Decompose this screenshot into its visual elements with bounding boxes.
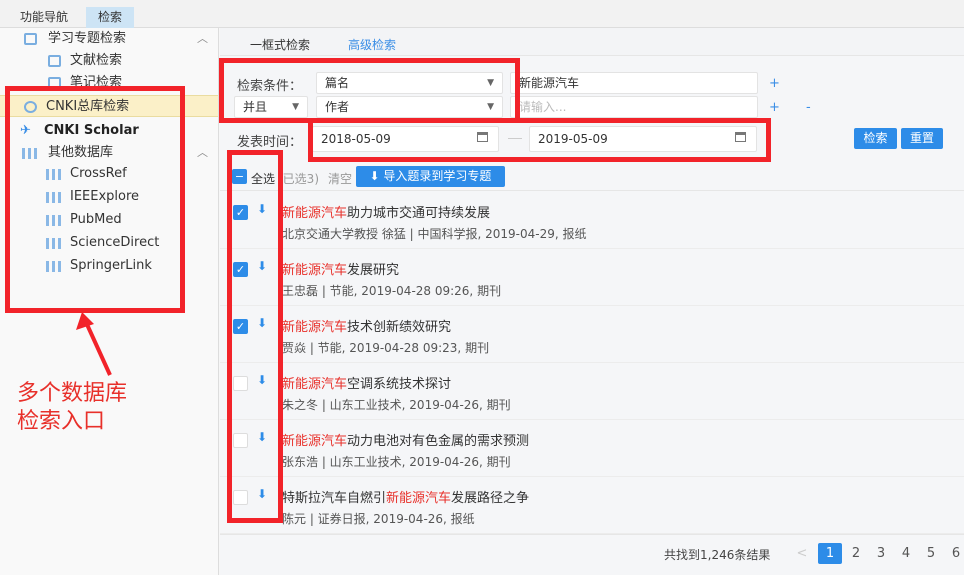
title-text: 发展研究 — [347, 263, 400, 278]
sidebar-item-doc-search[interactable]: 文献检索 — [0, 50, 218, 72]
search-doc-icon — [48, 55, 61, 67]
annotation-arrow-icon — [76, 312, 112, 376]
tab-search[interactable]: 检索 — [86, 7, 135, 28]
title-highlight: 新能源汽车 — [282, 434, 348, 449]
import-to-topic-button[interactable]: ⬇ 导入题录到学习专题 — [356, 166, 505, 187]
tab-simple-search[interactable]: 一框式检索 — [250, 36, 310, 60]
result-meta: 贾焱 | 节能, 2019-04-28 09:23, 期刊 — [282, 341, 490, 355]
result-item: ⬇ 特斯拉汽车自燃引新能源汽车发展路径之争 陈元 | 证券日报, 2019-04… — [220, 477, 964, 534]
annotation-line: 检索入口 — [17, 409, 106, 434]
result-item: ✓ ⬇ 新能源汽车发展研究 王忠磊 | 节能, 2019-04-28 09:26… — [220, 249, 964, 306]
chevron-up-icon[interactable]: ︿ — [197, 142, 208, 164]
result-meta: 张东浩 | 山东工业技术, 2019-04-26, 期刊 — [282, 455, 511, 469]
title-text: 动力电池对有色金属的需求预测 — [347, 434, 530, 449]
result-title[interactable]: 新能源汽车发展研究 — [282, 259, 399, 278]
sidebar-item-topic-search[interactable]: 学习专题检索 ︿ — [0, 28, 218, 50]
result-item: ✓ ⬇ 新能源汽车助力城市交通可持续发展 北京交通大学教授 徐猛 | 中国科学报… — [220, 192, 964, 249]
title-highlight: 新能源汽车 — [386, 491, 452, 506]
selected-count: (已选3) — [278, 172, 319, 186]
tab-advanced-search[interactable]: 高级检索 — [332, 36, 413, 60]
result-title[interactable]: 新能源汽车技术创新绩效研究 — [282, 316, 451, 335]
result-meta: 王忠磊 | 节能, 2019-04-28 09:26, 期刊 — [282, 284, 502, 298]
label: 导入题录到学习专题 — [383, 169, 492, 183]
title-highlight: 新能源汽车 — [282, 263, 348, 278]
result-meta: 陈元 | 证券日报, 2019-04-26, 报纸 — [282, 512, 475, 526]
keyword-input-1[interactable]: 新能源汽车 — [510, 72, 758, 94]
keyword-input-2[interactable]: 请输入... — [510, 96, 758, 118]
tab-function-nav[interactable]: 功能导航 — [8, 7, 80, 28]
result-total: 共找到1,246条结果 — [664, 548, 771, 562]
divider — [220, 534, 964, 535]
date-label: 发表时间： — [237, 135, 303, 150]
title-highlight: 新能源汽车 — [282, 320, 348, 335]
result-title[interactable]: 新能源汽车空调系统技术探讨 — [282, 373, 451, 392]
title-text: 特斯拉汽车自燃引 — [282, 491, 387, 506]
reset-button[interactable]: 重置 — [901, 128, 943, 149]
title-text: 助力城市交通可持续发展 — [347, 206, 491, 221]
title-text: 技术创新绩效研究 — [347, 320, 452, 335]
page-5[interactable]: 5 — [919, 543, 943, 564]
search-tabs: 一框式检索 高级检索 — [220, 28, 964, 60]
search-button[interactable]: 检索 — [854, 128, 897, 149]
annotation-line: 多个数据库 — [17, 381, 128, 406]
result-meta: 朱之冬 | 山东工业技术, 2019-04-26, 期刊 — [282, 398, 511, 412]
title-highlight: 新能源汽车 — [282, 377, 348, 392]
search-doc-icon — [24, 33, 37, 45]
label: 文献检索 — [70, 53, 123, 68]
title-text: 发展路径之争 — [451, 491, 530, 506]
page-4[interactable]: 4 — [894, 543, 918, 564]
page-1[interactable]: 1 — [818, 543, 842, 564]
add-condition-button[interactable]: + — [769, 100, 780, 115]
result-item: ⬇ 新能源汽车空调系统技术探讨 朱之冬 | 山东工业技术, 2019-04-26… — [220, 363, 964, 420]
annotation-box-databases — [5, 86, 185, 313]
annotation-text: 多个数据库 检索入口 — [17, 380, 127, 436]
result-item: ✓ ⬇ 新能源汽车技术创新绩效研究 贾焱 | 节能, 2019-04-28 09… — [220, 306, 964, 363]
result-meta: 北京交通大学教授 徐猛 | 中国科学报, 2019-04-29, 报纸 — [282, 227, 587, 241]
download-icon: ⬇ — [369, 169, 384, 183]
annotation-box-checkboxes — [227, 150, 283, 523]
chevron-up-icon[interactable]: ︿ — [197, 28, 208, 50]
remove-condition-button[interactable]: - — [806, 100, 811, 115]
result-item: ⬇ 新能源汽车动力电池对有色金属的需求预测 张东浩 | 山东工业技术, 2019… — [220, 420, 964, 477]
title-highlight: 新能源汽车 — [282, 206, 348, 221]
page-2[interactable]: 2 — [844, 543, 868, 564]
result-toolbar: − 全选 (已选3) 清空 ⬇ 导入题录到学习专题 — [220, 161, 964, 191]
result-title[interactable]: 特斯拉汽车自燃引新能源汽车发展路径之争 — [282, 487, 529, 506]
label: 学习专题检索 — [48, 31, 127, 46]
result-title[interactable]: 新能源汽车动力电池对有色金属的需求预测 — [282, 430, 529, 449]
add-condition-button[interactable]: + — [769, 76, 780, 91]
page-3[interactable]: 3 — [869, 543, 893, 564]
annotation-box-date — [308, 118, 771, 162]
page-6[interactable]: 6 — [944, 543, 964, 564]
top-tab-bar: 功能导航 检索 — [0, 0, 964, 28]
clear-link[interactable]: 清空 — [328, 170, 352, 187]
result-title[interactable]: 新能源汽车助力城市交通可持续发展 — [282, 202, 490, 221]
title-text: 空调系统技术探讨 — [347, 377, 452, 392]
prev-page-button[interactable]: < — [790, 543, 814, 564]
annotation-box-conditions — [219, 58, 520, 123]
